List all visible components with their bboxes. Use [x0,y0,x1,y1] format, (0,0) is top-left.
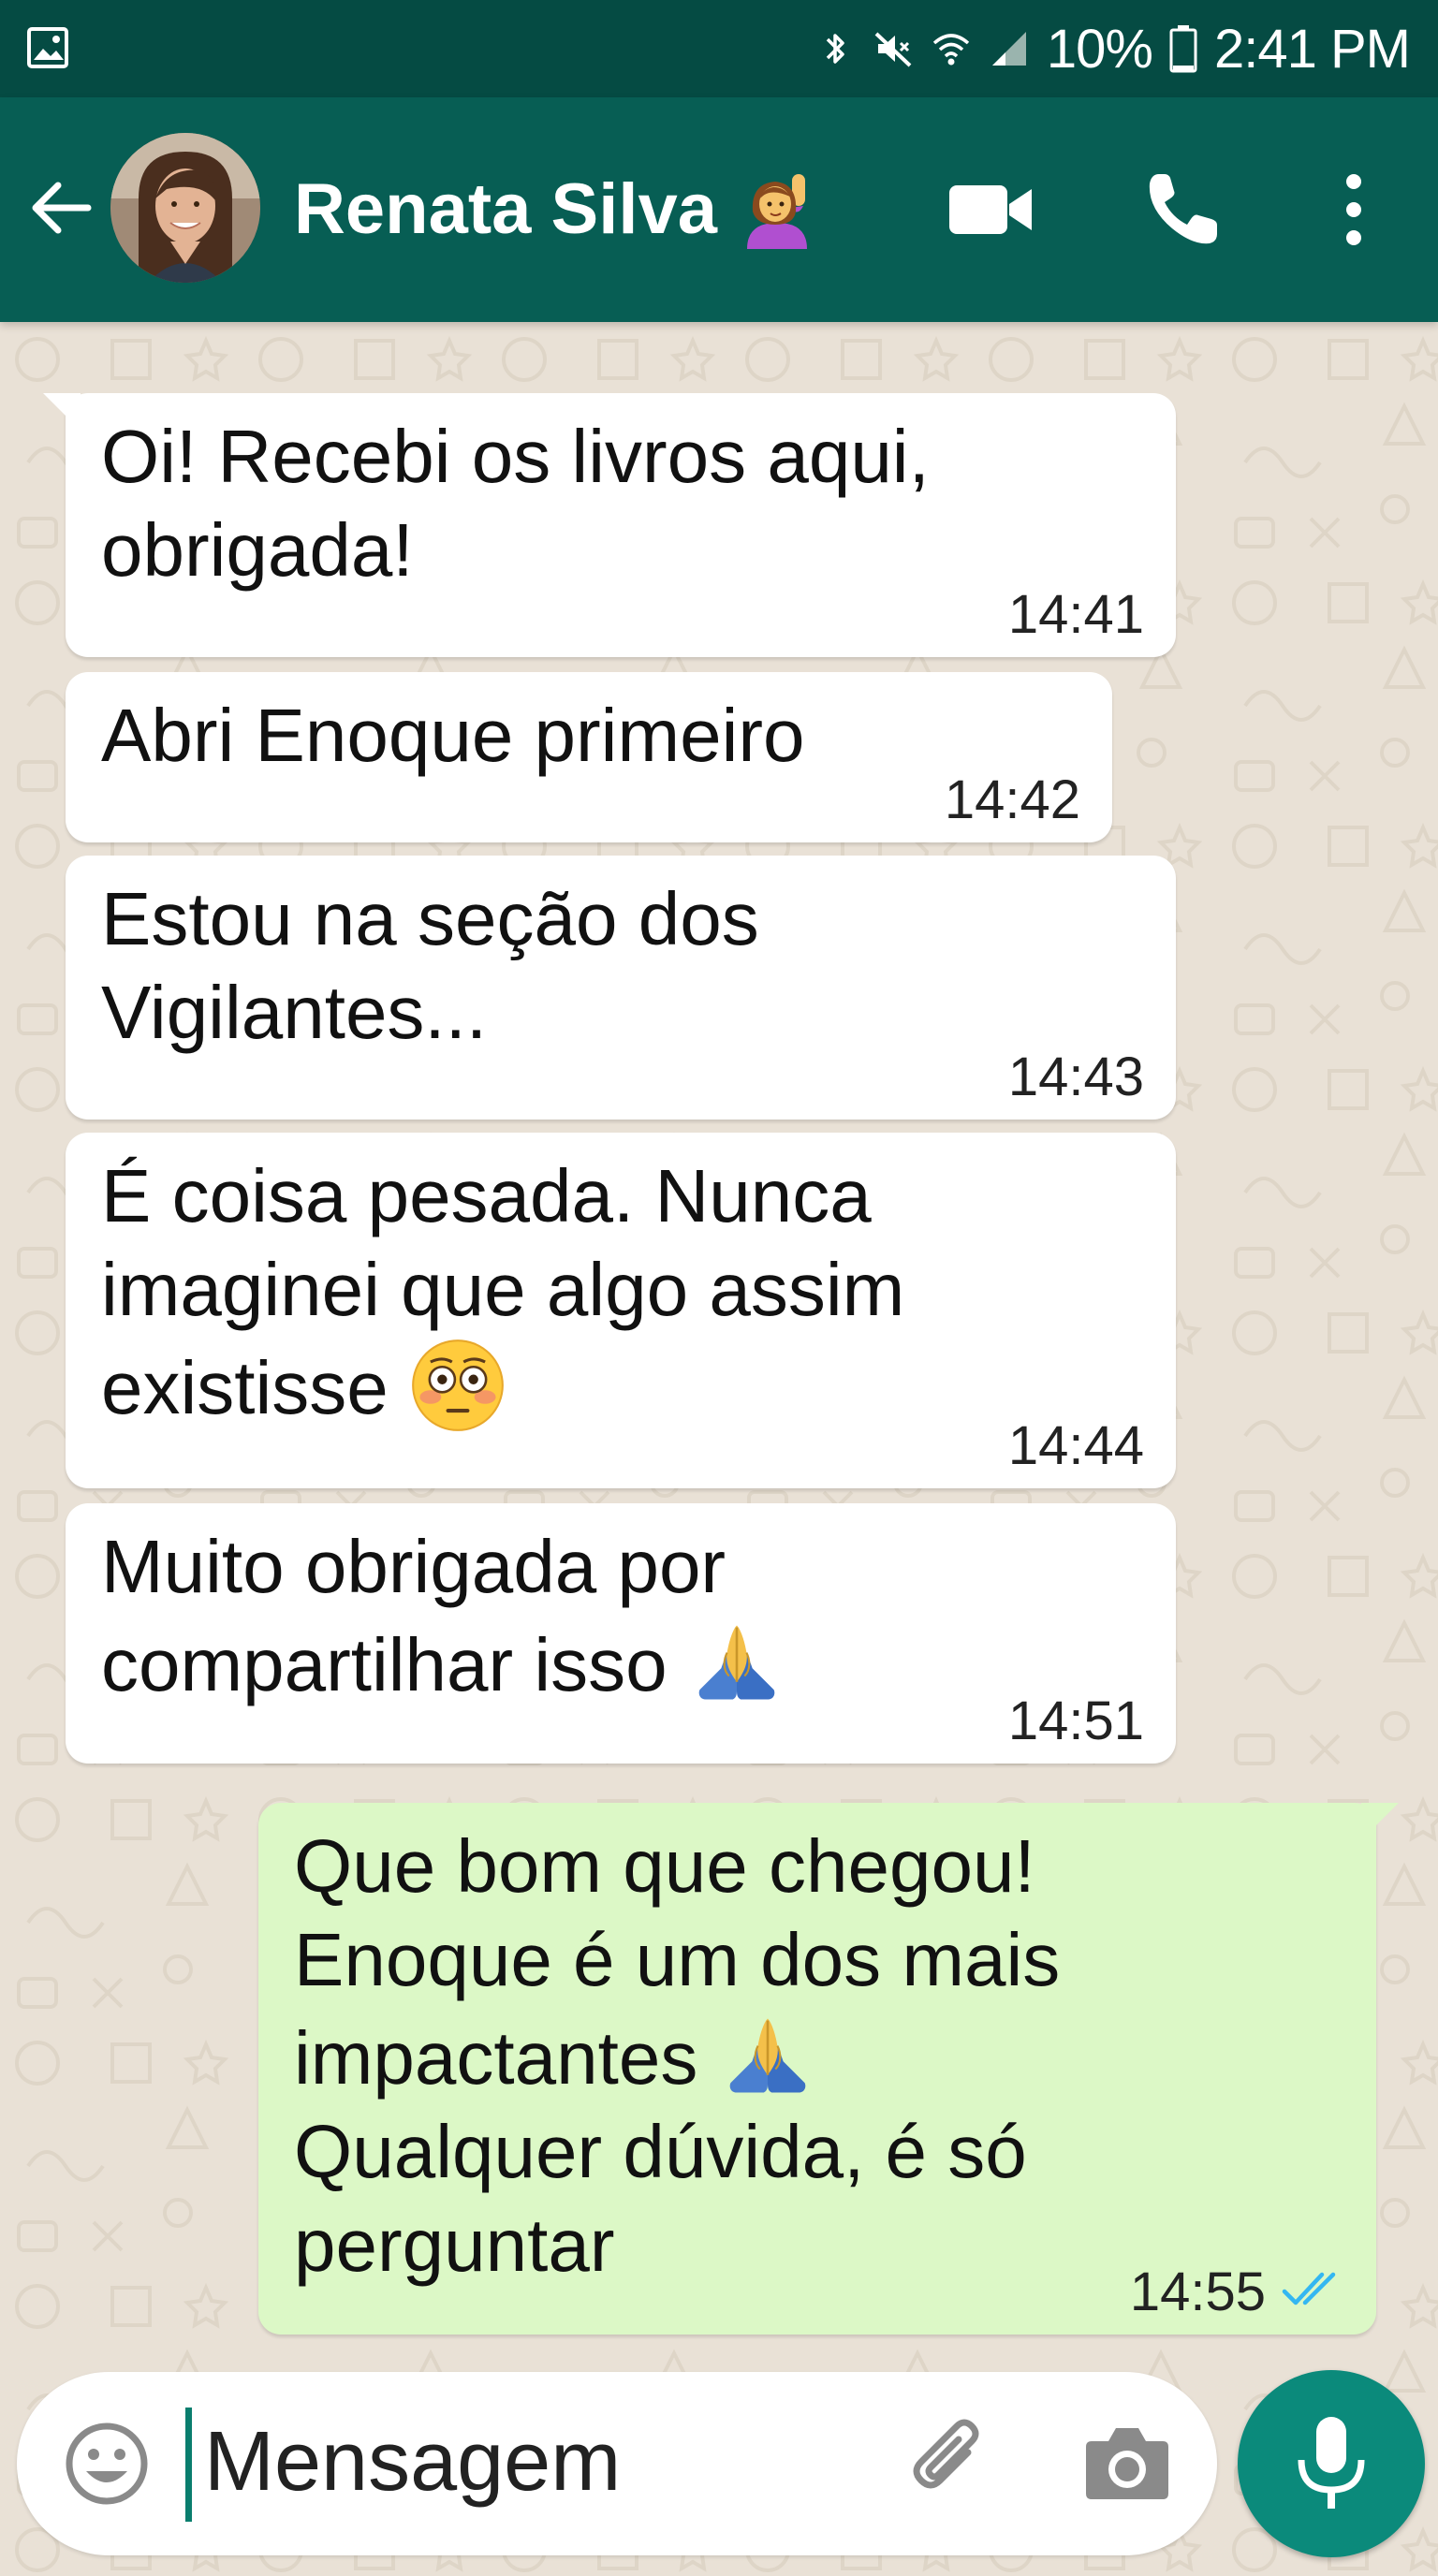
bluetooth-icon [826,34,844,64]
more-options-icon[interactable] [1333,172,1374,247]
bubble-tail [43,393,81,431]
video-call-icon[interactable] [947,180,1034,240]
message-bubble-incoming[interactable]: Muito obrigada por compartilhar isso 14:… [66,1503,1176,1764]
flushed-face-emoji [409,1337,506,1434]
message-bubble-incoming[interactable]: Oi! Recebi os livros aqui, obrigada! 14:… [43,393,1176,657]
wifi-icon [932,34,970,66]
message-input[interactable] [204,2406,859,2518]
folded-hands-emoji [719,2007,816,2104]
battery-percent: 10% [1046,18,1153,80]
bubble-tail [1361,1803,1399,1840]
message-text: Estou na seção dos Vigilantes... [101,877,759,1054]
read-double-check-icon [1282,2272,1336,2305]
message-bubble-incoming[interactable]: Estou na seção dos Vigilantes... 14:43 [66,856,1176,1120]
emoji-icon[interactable] [62,2419,152,2509]
message-time: 14:44 [1007,1415,1144,1476]
camera-icon[interactable] [1082,2421,1172,2505]
signal-icon [991,32,1026,66]
mute-icon [874,32,912,67]
message-text: Oi! Recebi os livros aqui, obrigada! [101,415,930,592]
message-text: É coisa pesada. Nunca imaginei que algo … [101,1149,904,1435]
gallery-icon [27,27,68,68]
avatar[interactable] [110,133,260,283]
text-cursor [185,2408,192,2522]
status-icons: 10% 2:41 PM [814,15,1411,82]
contact-title[interactable]: Renata Silva [294,168,816,250]
message-time: 14:41 [1007,584,1144,645]
message-bubble-incoming[interactable]: É coisa pesada. Nunca imaginei que algo … [66,1133,1176,1488]
person-raising-hand-emoji [747,173,807,249]
message-bubble-incoming[interactable]: Abri Enoque primeiro 14:42 [66,672,1112,842]
message-composer [17,2372,1217,2555]
message-time: 14:42 [944,769,1080,830]
message-bubble-outgoing[interactable]: Que bom que chegou! Enoque é um dos mais… [258,1803,1399,2334]
message-text: Muito obrigada por compartilhar isso [101,1520,785,1712]
message-time: 14:43 [1007,1046,1144,1107]
clock: 2:41 PM [1214,18,1411,80]
back-arrow-icon[interactable] [26,172,97,243]
contact-name: Renata Silva [294,169,717,249]
chat-header: Renata Silva [0,97,1438,322]
attach-icon[interactable] [902,2415,996,2509]
folded-hands-emoji [688,1614,785,1711]
mic-icon [1298,2417,1365,2509]
chat-area[interactable]: Oi! Recebi os livros aqui, obrigada! 14:… [0,322,1438,2576]
battery-icon [1169,25,1197,73]
message-text: Que bom que chegou! Enoque é um dos mais… [294,1824,1061,2287]
status-bar: 10% 2:41 PM [0,0,1438,97]
phone-icon[interactable] [1144,170,1221,247]
mic-button[interactable] [1238,2370,1425,2557]
message-text: Abri Enoque primeiro [101,694,805,777]
message-time: 14:51 [1007,1690,1144,1751]
message-time: 14:55 [1129,2261,1266,2322]
